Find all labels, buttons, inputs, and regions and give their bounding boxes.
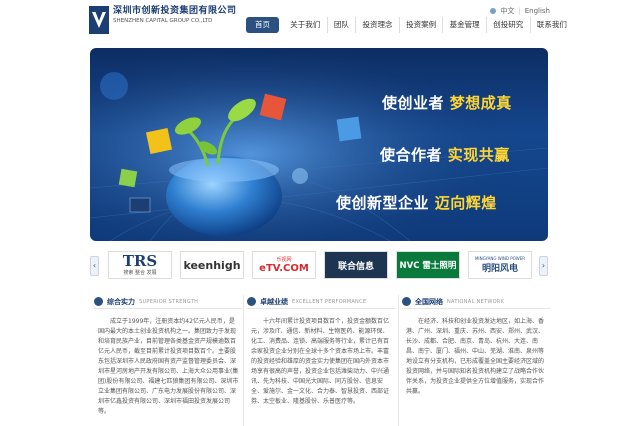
section-strength: 综合实力 SUPERIOR STRENGTH 成立于1999年，注册资本约42亿… bbox=[94, 295, 242, 426]
partner-logo-nvc[interactable]: NVC 雷士照明 bbox=[396, 251, 460, 279]
network-icon bbox=[402, 297, 411, 306]
partner-logo-mingyang[interactable]: MINGYANG WIND POWER 明阳风电 bbox=[468, 251, 532, 279]
lang-english-link[interactable]: English bbox=[525, 7, 550, 15]
nav-cases[interactable]: 投资案例 bbox=[400, 17, 444, 33]
logo-mark-icon bbox=[89, 6, 109, 34]
company-logo[interactable]: 深圳市创新投资集团有限公司 SHENZHEN CAPITAL GROUP CO.… bbox=[89, 6, 237, 34]
slogan-1-highlight: 梦想成真 bbox=[449, 94, 512, 112]
hero-banner[interactable]: 使创业者 梦想成真 使合作者 实现共赢 使创新型企业 迈向辉煌 bbox=[90, 48, 548, 241]
banner-slogan-1: 使创业者 梦想成真 bbox=[382, 92, 512, 113]
partner-name: eTV.COM bbox=[259, 263, 309, 274]
slogan-2-lead: 使合作者 bbox=[380, 146, 443, 164]
partner-name: TRS bbox=[122, 252, 158, 270]
partner-sub: 搜索 整合 发展 bbox=[123, 270, 157, 276]
partner-carousel: ‹ › TRS 搜索 整合 发展 keenhigh 乐视网 eTV.COM 联合… bbox=[90, 249, 548, 283]
section-network: 全国网络 NATIONAL NETWORK 在经济、科技和创业投资发达地区，如上… bbox=[402, 295, 550, 426]
section-divider bbox=[398, 295, 399, 426]
site-header: 深圳市创新投资集团有限公司 SHENZHEN CAPITAL GROUP CO.… bbox=[0, 0, 640, 42]
section-header: 全国网络 NATIONAL NETWORK bbox=[402, 295, 550, 309]
language-switcher: 中文 | English bbox=[490, 6, 550, 16]
section-header: 卓越业绩 EXCELLENT PERFORMANCE bbox=[247, 295, 395, 309]
strength-icon bbox=[94, 297, 103, 306]
slogan-2-highlight: 实现共赢 bbox=[447, 146, 510, 164]
slogan-1-lead: 使创业者 bbox=[382, 94, 445, 112]
lang-separator: | bbox=[518, 7, 521, 15]
banner-slogan-3: 使创新型企业 迈向辉煌 bbox=[336, 192, 497, 213]
carousel-next-button[interactable]: › bbox=[539, 256, 548, 276]
partner-name: 明阳风电 bbox=[481, 264, 518, 274]
carousel-prev-button[interactable]: ‹ bbox=[90, 256, 99, 276]
section-divider bbox=[243, 295, 244, 426]
nav-funds[interactable]: 基金管理 bbox=[443, 17, 487, 33]
partner-logo-trs[interactable]: TRS 搜索 整合 发展 bbox=[108, 251, 172, 279]
nav-philosophy[interactable]: 投资理念 bbox=[356, 17, 400, 33]
section-title[interactable]: 全国网络 bbox=[415, 297, 443, 307]
nav-home[interactable]: 首页 bbox=[246, 17, 279, 33]
section-header: 综合实力 SUPERIOR STRENGTH bbox=[94, 295, 242, 309]
section-subtitle: SUPERIOR STRENGTH bbox=[139, 298, 199, 305]
section-performance: 卓越业绩 EXCELLENT PERFORMANCE 十六年间累计投资项目数百个… bbox=[247, 295, 395, 426]
nav-about[interactable]: 关于我们 bbox=[284, 17, 328, 33]
partner-logo-keenhigh[interactable]: keenhigh bbox=[180, 251, 244, 279]
lang-chinese-link[interactable]: 中文 bbox=[500, 6, 514, 16]
section-title[interactable]: 综合实力 bbox=[107, 297, 135, 307]
section-body: 成立于1999年，注册资本约42亿元人民币，是国内最大的本土创业投资机构之一。集… bbox=[98, 318, 239, 415]
partner-name: NVC 雷士照明 bbox=[399, 261, 457, 271]
performance-icon bbox=[247, 297, 256, 306]
banner-slogan-2: 使合作者 实现共赢 bbox=[380, 144, 510, 165]
nav-team[interactable]: 团队 bbox=[328, 17, 357, 33]
nav-contact[interactable]: 联系我们 bbox=[531, 17, 574, 33]
slogan-3-lead: 使创新型企业 bbox=[336, 194, 430, 212]
globe-icon bbox=[490, 8, 497, 14]
company-name-cn: 深圳市创新投资集团有限公司 bbox=[113, 6, 237, 16]
partner-logo-lianhe[interactable]: 联合信息 bbox=[324, 251, 388, 279]
company-name-en: SHENZHEN CAPITAL GROUP CO.,LTD bbox=[113, 18, 213, 24]
section-subtitle: EXCELLENT PERFORMANCE bbox=[292, 298, 367, 305]
slogan-3-highlight: 迈向辉煌 bbox=[434, 194, 497, 212]
partner-logo-letv[interactable]: 乐视网 eTV.COM bbox=[252, 251, 316, 279]
section-subtitle: NATIONAL NETWORK bbox=[447, 298, 505, 305]
main-nav: 首页 关于我们 团队 投资理念 投资案例 基金管理 创投研究 联系我们 bbox=[246, 17, 573, 33]
section-body: 十六年间累计投资项目数百个，投资金额数百亿元，涉及IT、通信、新材料、生物医药、… bbox=[251, 318, 390, 405]
partner-name: keenhigh bbox=[183, 258, 241, 272]
partner-sub: 乐视网 bbox=[276, 257, 292, 263]
section-body: 在经济、科技和创业投资发达地区，如上海、香港、广州、深圳、重庆、苏州、西安、郑州… bbox=[406, 318, 545, 395]
section-title[interactable]: 卓越业绩 bbox=[260, 297, 288, 307]
nav-research[interactable]: 创投研究 bbox=[487, 17, 531, 33]
partner-name: 联合信息 bbox=[337, 261, 374, 272]
